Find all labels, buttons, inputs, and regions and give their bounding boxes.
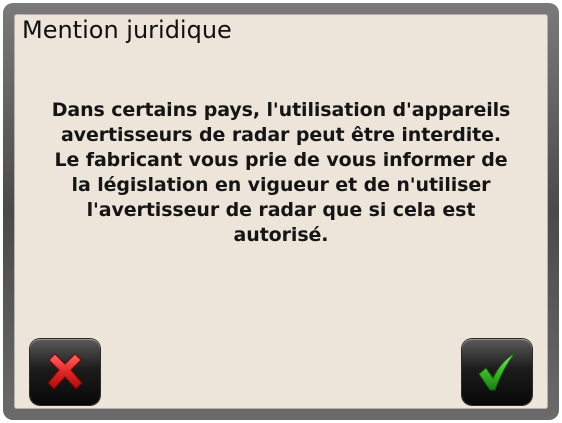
dialog-message: Dans certains pays, l'utilisation d'appa… xyxy=(51,99,511,246)
dialog-title: Mention juridique xyxy=(22,16,232,44)
confirm-button[interactable] xyxy=(462,339,532,405)
legal-notice-dialog: Mention juridique Dans certains pays, l'… xyxy=(14,14,548,409)
device-frame: Mention juridique Dans certains pays, l'… xyxy=(3,3,559,420)
cancel-button[interactable] xyxy=(30,339,100,405)
checkmark-icon xyxy=(478,352,516,391)
close-icon xyxy=(47,353,83,390)
